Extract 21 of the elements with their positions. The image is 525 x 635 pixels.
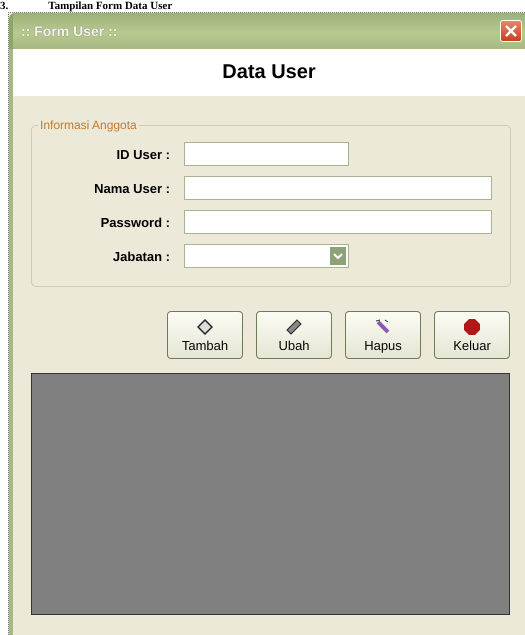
caption-text: Tampilan Form Data User <box>48 1 172 12</box>
field-label: Jabatan : <box>112 248 170 264</box>
stop-sign-icon <box>464 319 480 335</box>
form-heading: Data User <box>13 49 525 96</box>
field-label: ID User : <box>116 146 170 162</box>
toolbar-button[interactable]: Hapus <box>345 311 421 359</box>
close-icon <box>504 24 518 38</box>
eraser-icon <box>375 319 391 335</box>
caption-number: 3. <box>0 1 8 12</box>
dropdown-field[interactable] <box>184 244 349 268</box>
toolbar-button[interactable]: Keluar <box>434 311 510 359</box>
input-field[interactable] <box>184 176 492 200</box>
toolbar-button[interactable]: Ubah <box>256 311 332 359</box>
close-button[interactable] <box>500 20 522 42</box>
input-field[interactable] <box>184 210 492 234</box>
field-label: Nama User : <box>93 180 170 196</box>
field-label: Password : <box>100 214 170 230</box>
window-title: :: Form User :: <box>21 23 118 39</box>
group-title: Informasi Anggota <box>39 118 138 132</box>
input-field[interactable] <box>184 142 349 166</box>
toolbar-button[interactable]: Tambah <box>167 311 243 359</box>
